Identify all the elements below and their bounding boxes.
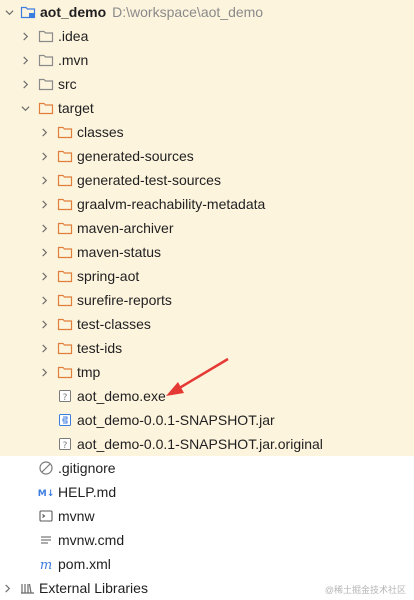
- excluded-folder-icon: [57, 244, 73, 260]
- unknown-file-icon: ?: [57, 388, 73, 404]
- project-name: aot_demo D:\workspace\aot_demo: [40, 4, 264, 20]
- excluded-folder-icon: [38, 100, 54, 116]
- chevron-right-icon[interactable]: [37, 168, 51, 192]
- tree-row-label: test-classes: [77, 316, 151, 332]
- excluded-folder-icon: [57, 220, 73, 236]
- svg-text:M↓: M↓: [38, 489, 54, 499]
- tree-row-maven-status[interactable]: maven-status: [0, 240, 414, 264]
- chevron-right-icon[interactable]: [37, 120, 51, 144]
- tree-row-label: graalvm-reachability-metadata: [77, 196, 266, 212]
- excluded-folder-icon: [57, 316, 73, 332]
- tree-row-mvn[interactable]: .mvn: [0, 48, 414, 72]
- markdown-file-icon: M↓: [38, 484, 54, 500]
- chevron-right-icon[interactable]: [37, 144, 51, 168]
- tree-row-generated-test-sources[interactable]: generated-test-sources: [0, 168, 414, 192]
- chevron-right-icon[interactable]: [37, 192, 51, 216]
- tree-row-label: spring-aot: [77, 268, 140, 284]
- excluded-folder-icon: [57, 268, 73, 284]
- tree-row-label: aot_demo.exe: [77, 388, 166, 404]
- tree-row-idea[interactable]: .idea: [0, 24, 414, 48]
- tree-row-tmp[interactable]: tmp: [0, 360, 414, 384]
- project-path: D:\workspace\aot_demo: [112, 4, 264, 20]
- tree-row-aot-demo-exe[interactable]: ? aot_demo.exe: [0, 384, 414, 408]
- tree-row-mvnw[interactable]: mvnw: [0, 504, 414, 528]
- maven-icon: m: [38, 556, 54, 572]
- folder-icon: [38, 28, 54, 44]
- tree-row-label: src: [58, 76, 77, 92]
- tree-row-pom-xml[interactable]: m pom.xml: [0, 552, 414, 576]
- tree-row-snapshot-jar[interactable]: aot_demo-0.0.1-SNAPSHOT.jar: [0, 408, 414, 432]
- library-icon: [20, 580, 36, 596]
- tree-row-label: generated-sources: [77, 148, 194, 164]
- chevron-right-icon[interactable]: [37, 336, 51, 360]
- tree-row-label: .mvn: [58, 52, 89, 68]
- tree-row-label: surefire-reports: [77, 292, 172, 308]
- tree-row-graalvm-reachability-metadata[interactable]: graalvm-reachability-metadata: [0, 192, 414, 216]
- chevron-right-icon[interactable]: [37, 216, 51, 240]
- tree-row-src[interactable]: src: [0, 72, 414, 96]
- folder-icon: [38, 52, 54, 68]
- module-folder-icon: [20, 4, 36, 20]
- tree-row-label: maven-archiver: [77, 220, 174, 236]
- excluded-folder-icon: [57, 172, 73, 188]
- svg-text:m: m: [40, 558, 52, 572]
- tree-row-label: tmp: [77, 364, 101, 380]
- unknown-file-icon: ?: [57, 436, 73, 452]
- tree-row-target[interactable]: target: [0, 96, 414, 120]
- chevron-right-icon[interactable]: [37, 312, 51, 336]
- excluded-folder-icon: [57, 364, 73, 380]
- tree-row-label: aot_demo-0.0.1-SNAPSHOT.jar: [77, 412, 275, 428]
- tree-row-label: HELP.md: [58, 484, 117, 500]
- chevron-right-icon[interactable]: [37, 264, 51, 288]
- tree-row-spring-aot[interactable]: spring-aot: [0, 264, 414, 288]
- chevron-right-icon[interactable]: [37, 240, 51, 264]
- ignore-file-icon: [38, 460, 54, 476]
- chevron-right-icon[interactable]: [18, 72, 32, 96]
- tree-row-test-classes[interactable]: test-classes: [0, 312, 414, 336]
- tree-row-generated-sources[interactable]: generated-sources: [0, 144, 414, 168]
- chevron-right-icon[interactable]: [0, 576, 14, 600]
- excluded-folder-icon: [57, 340, 73, 356]
- tree-row-label: generated-test-sources: [77, 172, 221, 188]
- tree-row-snapshot-jar-original[interactable]: ? aot_demo-0.0.1-SNAPSHOT.jar.original: [0, 432, 414, 456]
- excluded-folder-icon: [57, 196, 73, 212]
- tree-row-label: maven-status: [77, 244, 162, 260]
- chevron-right-icon[interactable]: [37, 288, 51, 312]
- tree-row-classes[interactable]: classes: [0, 120, 414, 144]
- tree-row-help-md[interactable]: M↓ HELP.md: [0, 480, 414, 504]
- excluded-folder-icon: [57, 148, 73, 164]
- chevron-right-icon[interactable]: [18, 24, 32, 48]
- text-file-icon: [38, 532, 54, 548]
- tree-row-surefire-reports[interactable]: surefire-reports: [0, 288, 414, 312]
- folder-icon: [38, 76, 54, 92]
- chevron-down-icon[interactable]: [2, 0, 16, 24]
- chevron-right-icon[interactable]: [18, 48, 32, 72]
- tree-row-gitignore[interactable]: .gitignore: [0, 456, 414, 480]
- tree-row-label: mvnw: [58, 508, 95, 524]
- jar-archive-icon: [57, 412, 73, 428]
- svg-text:?: ?: [63, 393, 68, 403]
- tree-row-label: External Libraries: [39, 580, 148, 596]
- tree-row-label: .gitignore: [58, 460, 116, 476]
- chevron-down-icon[interactable]: [18, 96, 32, 120]
- tree-row-label: mvnw.cmd: [58, 532, 125, 548]
- watermark: @稀土掘金技术社区: [324, 585, 406, 595]
- tree-row-project-root[interactable]: aot_demo D:\workspace\aot_demo: [0, 0, 414, 24]
- svg-text:?: ?: [63, 441, 68, 451]
- chevron-right-icon[interactable]: [37, 360, 51, 384]
- tree-row-test-ids[interactable]: test-ids: [0, 336, 414, 360]
- tree-row-mvnw-cmd[interactable]: mvnw.cmd: [0, 528, 414, 552]
- tree-row-label: pom.xml: [58, 556, 111, 572]
- shell-script-icon: [38, 508, 54, 524]
- tree-row-label: target: [58, 100, 94, 116]
- tree-row-label: classes: [77, 124, 124, 140]
- tree-row-label: test-ids: [77, 340, 123, 356]
- tree-row-maven-archiver[interactable]: maven-archiver: [0, 216, 414, 240]
- tree-row-label: aot_demo-0.0.1-SNAPSHOT.jar.original: [77, 436, 323, 452]
- tree-row-label: .idea: [58, 28, 89, 44]
- excluded-folder-icon: [57, 124, 73, 140]
- excluded-folder-icon: [57, 292, 73, 308]
